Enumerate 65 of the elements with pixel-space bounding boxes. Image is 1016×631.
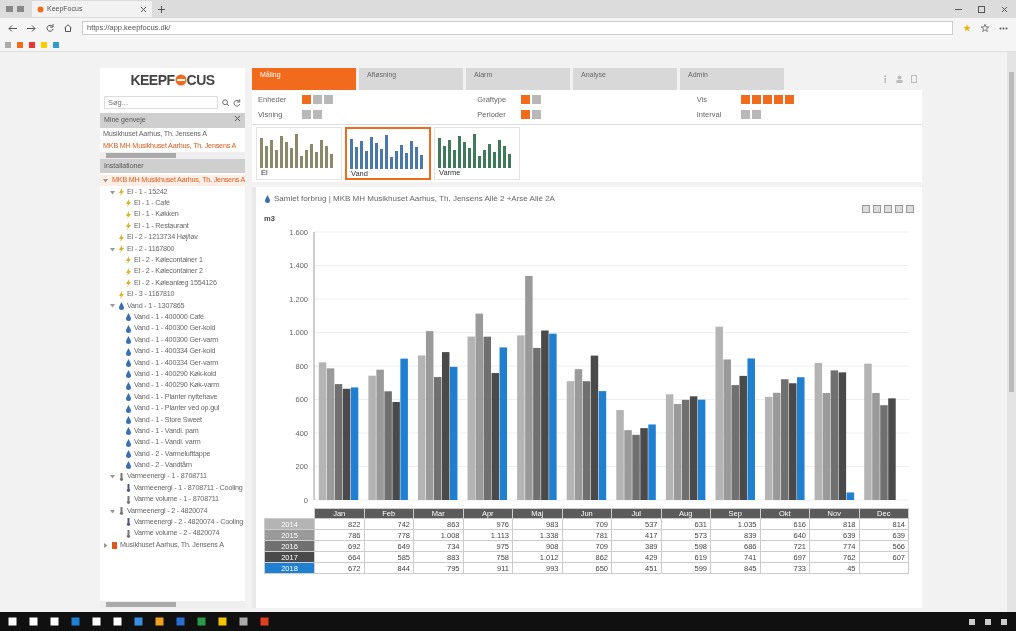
toggle-button[interactable] bbox=[521, 109, 531, 119]
logo-text: CUS bbox=[186, 70, 215, 90]
expand-icon[interactable] bbox=[103, 542, 108, 548]
scrollbar[interactable] bbox=[100, 601, 245, 608]
app-icon[interactable] bbox=[260, 617, 269, 626]
scrollbar[interactable] bbox=[100, 151, 245, 159]
thermometer-icon bbox=[118, 507, 125, 515]
drop-icon bbox=[264, 195, 271, 203]
close-icon[interactable] bbox=[234, 115, 241, 122]
toggle-button[interactable] bbox=[740, 109, 750, 119]
app-icon[interactable] bbox=[155, 617, 164, 626]
chart-title: Samlet forbrug | MKB MH Musikhuset Aarhus, Th. Jensens Allé 2 +Arse Allé 2A bbox=[274, 193, 555, 205]
refresh-icon[interactable] bbox=[46, 24, 54, 32]
maximize-icon[interactable] bbox=[978, 5, 985, 13]
toggle-button[interactable] bbox=[740, 95, 750, 105]
toggle-button[interactable] bbox=[532, 95, 542, 105]
toggle-button[interactable] bbox=[313, 109, 322, 119]
info-icon[interactable] bbox=[882, 75, 888, 83]
app-icon[interactable] bbox=[218, 617, 227, 626]
app-icon[interactable] bbox=[197, 617, 206, 626]
collapse-icon[interactable] bbox=[110, 474, 115, 480]
logo-text: KEEPF bbox=[130, 70, 175, 90]
toggle-button[interactable] bbox=[313, 95, 322, 105]
toggle-button[interactable] bbox=[521, 95, 531, 105]
toggle-button[interactable] bbox=[762, 95, 772, 105]
close-icon[interactable] bbox=[1001, 5, 1008, 13]
site-logo-icon bbox=[37, 5, 44, 13]
toggle-button[interactable] bbox=[751, 95, 761, 105]
toggle-button[interactable] bbox=[784, 95, 794, 105]
app-icon[interactable] bbox=[71, 617, 80, 626]
toggle-button[interactable] bbox=[773, 95, 783, 105]
collapse-icon[interactable] bbox=[110, 246, 115, 252]
close-icon[interactable] bbox=[140, 5, 147, 13]
user-icon[interactable] bbox=[896, 75, 903, 83]
favorites-icon[interactable] bbox=[981, 24, 989, 32]
app-icon[interactable] bbox=[92, 617, 101, 626]
app-icon[interactable] bbox=[134, 617, 143, 626]
toggle-button[interactable] bbox=[751, 109, 761, 119]
thermometer-icon bbox=[125, 484, 132, 493]
refresh-icon[interactable] bbox=[233, 98, 241, 107]
new-tab-icon[interactable] bbox=[158, 5, 165, 13]
thermometer-icon bbox=[125, 518, 132, 527]
toggle-button[interactable] bbox=[302, 95, 311, 105]
scrollbar-thumb[interactable] bbox=[1009, 72, 1014, 392]
scrollbar-thumb[interactable] bbox=[106, 152, 176, 158]
more-icon[interactable] bbox=[999, 26, 1008, 30]
tab-actions-icon[interactable] bbox=[6, 5, 26, 13]
thermometer-icon bbox=[125, 529, 132, 538]
back-icon[interactable] bbox=[8, 24, 17, 32]
thermometer-icon bbox=[118, 472, 125, 481]
scrollbar[interactable] bbox=[1007, 52, 1016, 612]
app-icon[interactable] bbox=[113, 617, 122, 626]
toggle-button[interactable] bbox=[532, 109, 542, 119]
collapse-icon[interactable] bbox=[110, 508, 115, 514]
collapse-icon[interactable] bbox=[110, 303, 115, 309]
star-icon[interactable] bbox=[963, 24, 971, 32]
toggle-button[interactable] bbox=[302, 109, 311, 119]
app-icon[interactable] bbox=[239, 617, 248, 626]
forward-icon[interactable] bbox=[27, 24, 36, 32]
scrollbar-thumb[interactable] bbox=[106, 602, 176, 607]
building-icon bbox=[111, 541, 118, 550]
toggle-button[interactable] bbox=[324, 95, 333, 105]
home-icon[interactable] bbox=[64, 24, 72, 32]
logo-circle-icon bbox=[174, 74, 187, 86]
thermometer-icon bbox=[125, 495, 132, 504]
